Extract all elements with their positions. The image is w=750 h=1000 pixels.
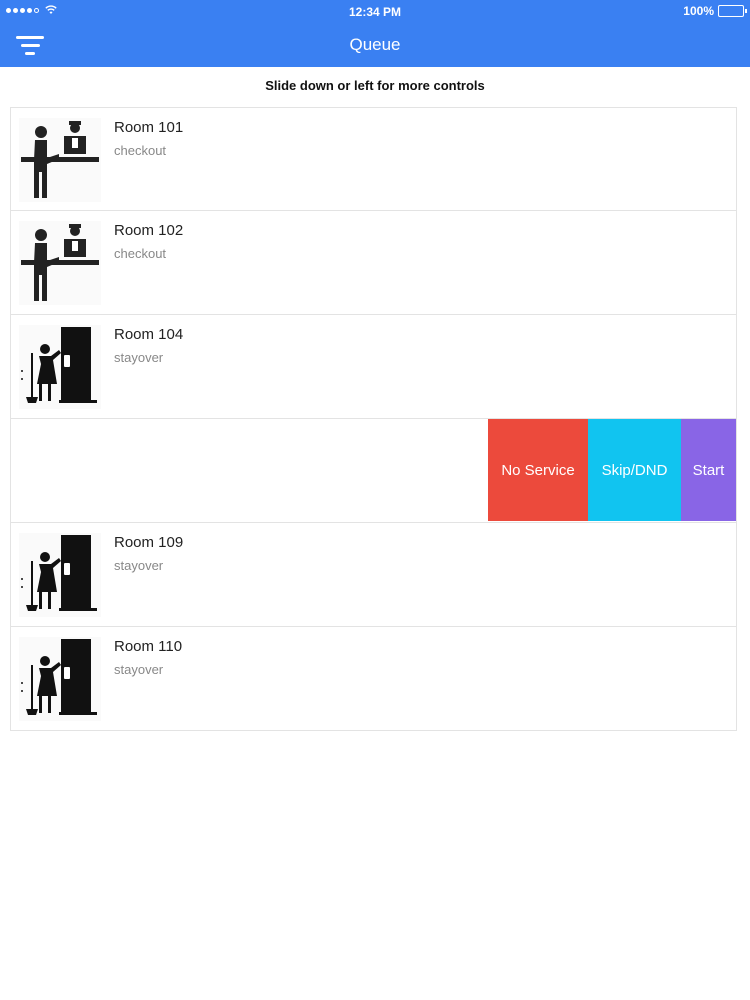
skip-dnd-button[interactable]: Skip/DND bbox=[588, 419, 681, 521]
room-type: stayover bbox=[114, 350, 164, 365]
nav-bar: Queue bbox=[0, 22, 750, 67]
battery-icon bbox=[718, 5, 747, 17]
status-time: 12:34 PM bbox=[348, 5, 402, 19]
queue-item-room-101[interactable]: Room 101 checkout bbox=[10, 107, 737, 211]
swipe-actions: No Service Skip/DND Start bbox=[488, 419, 736, 521]
stayover-icon bbox=[19, 325, 101, 409]
queue-list: Room 101 checkout Room 102 checkout Room… bbox=[10, 107, 737, 731]
room-label: Room 109 bbox=[114, 534, 184, 551]
queue-item-room-110[interactable]: Room 110 stayover bbox=[10, 627, 737, 731]
checkout-icon bbox=[19, 221, 101, 305]
page-title: Queue bbox=[349, 35, 401, 54]
checkout-icon bbox=[19, 118, 101, 202]
room-type: checkout bbox=[114, 143, 167, 158]
start-button[interactable]: Start bbox=[681, 419, 736, 521]
status-bar: 12:34 PM 100% bbox=[0, 0, 750, 22]
queue-item-room-102[interactable]: Room 102 checkout bbox=[10, 211, 737, 315]
room-type: checkout bbox=[114, 246, 167, 261]
status-right: 100% bbox=[683, 4, 747, 18]
room-type: stayover bbox=[114, 558, 164, 573]
room-type: stayover bbox=[114, 662, 164, 677]
hint-text: Slide down or left for more controls bbox=[265, 78, 485, 93]
room-label: Room 101 bbox=[114, 119, 184, 136]
battery-percent: 100% bbox=[683, 4, 714, 18]
queue-item-room-109[interactable]: Room 109 stayover bbox=[10, 523, 737, 627]
queue-item-room-104[interactable]: Room 104 stayover bbox=[10, 315, 737, 419]
room-label: Room 110 bbox=[114, 638, 183, 655]
stayover-icon bbox=[19, 533, 101, 617]
queue-item-swiped[interactable]: No Service Skip/DND Start bbox=[10, 419, 737, 523]
room-label: Room 104 bbox=[114, 326, 184, 343]
no-service-button[interactable]: No Service bbox=[488, 419, 588, 521]
room-label: Room 102 bbox=[114, 222, 184, 239]
stayover-icon bbox=[19, 637, 101, 721]
